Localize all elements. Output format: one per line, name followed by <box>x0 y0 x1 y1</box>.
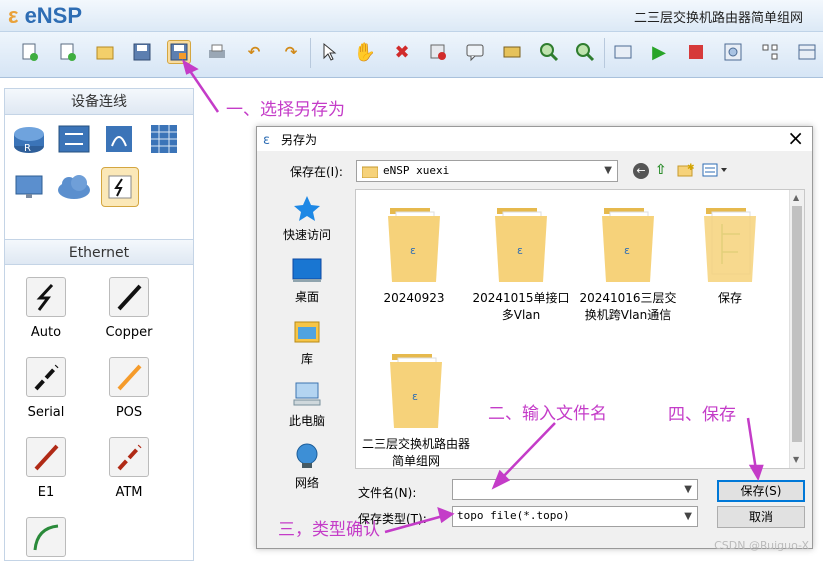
arrowhead <box>748 464 764 482</box>
watermark: CSDN @Ruiguo-X <box>714 539 809 552</box>
arrowhead <box>437 506 455 524</box>
arrow-step3 <box>384 514 444 534</box>
annotation-step2: 二、输入文件名 <box>488 404 607 424</box>
annotation-arrows <box>181 59 764 534</box>
arrowhead <box>181 59 199 75</box>
annotation-step3: 三，类型确认 <box>278 520 380 540</box>
arrow-step1 <box>186 67 220 113</box>
arrow-step4 <box>746 417 758 471</box>
annotation-step4: 四、保存 <box>668 405 736 425</box>
annotation-step1: 一、选择另存为 <box>226 100 345 120</box>
arrow-step2 <box>499 422 556 481</box>
